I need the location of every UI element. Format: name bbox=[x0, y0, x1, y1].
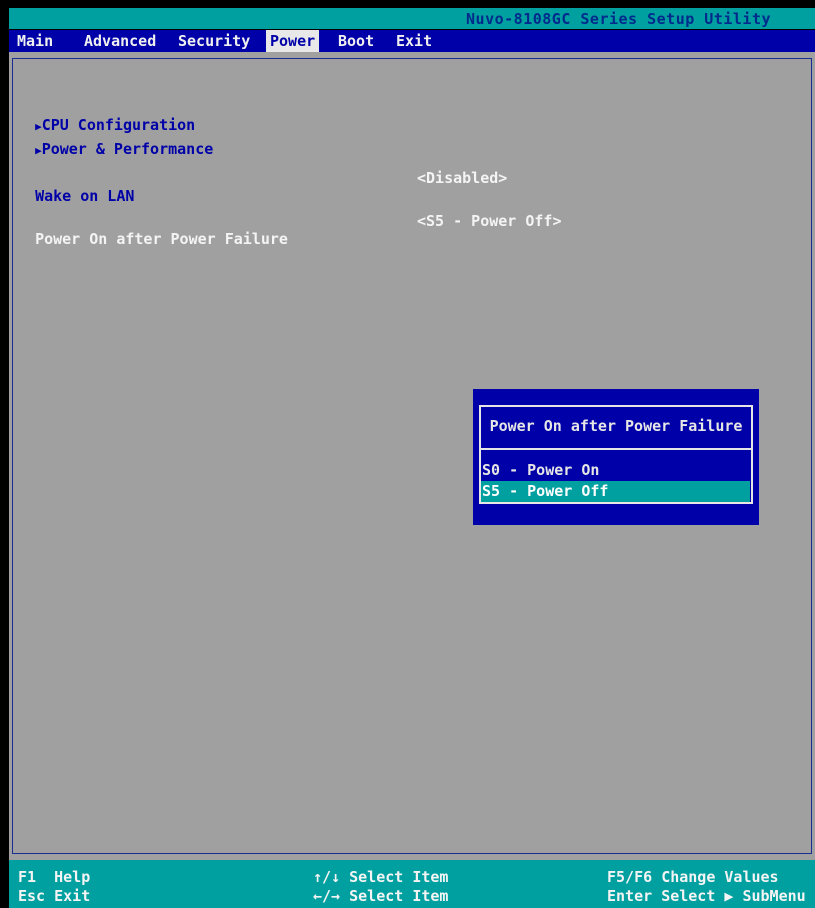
hotkey-key: F5/F6 bbox=[607, 868, 653, 886]
setting-value-power-on-after-power-failure[interactable]: <S5 - Power Off> bbox=[417, 212, 562, 230]
tab-exit[interactable]: Exit bbox=[392, 30, 436, 52]
hotkey-key: Esc bbox=[18, 887, 46, 905]
tab-advanced[interactable]: Advanced bbox=[80, 30, 160, 52]
setting-label: Power On after Power Failure bbox=[35, 230, 288, 248]
options-popup: Power On after Power Failure S0 - Power … bbox=[473, 389, 759, 525]
hotkey-select-item-vertical: ↑/↓ Select Item bbox=[313, 868, 448, 886]
hotkey-action: Exit bbox=[54, 887, 91, 905]
popup-option-s5[interactable]: S5 - Power Off bbox=[481, 481, 750, 502]
hotkey-exit: Esc Exit bbox=[18, 887, 90, 905]
setting-value-wake-on-lan[interactable]: <Disabled> bbox=[417, 169, 507, 187]
hotkey-select-submenu: Enter Select ▶ SubMenu bbox=[607, 887, 806, 905]
hotkey-help: F1 Help bbox=[18, 868, 90, 886]
hotkey-action: Select ▶ SubMenu bbox=[661, 887, 806, 905]
setting-power-on-after-power-failure[interactable]: Power On after Power Failure bbox=[17, 212, 288, 248]
hotkey-key: Enter bbox=[607, 887, 653, 905]
hotkey-select-item-horizontal: ←/→ Select Item bbox=[313, 887, 448, 905]
submenu-label: Power & Performance bbox=[41, 140, 214, 158]
setting-wake-on-lan[interactable]: Wake on LAN bbox=[17, 169, 134, 205]
setting-label: Wake on LAN bbox=[35, 187, 135, 205]
hotkey-action: Help bbox=[54, 868, 91, 886]
tab-main[interactable]: Main bbox=[13, 30, 57, 52]
up-down-arrows-icon: ↑/↓ bbox=[313, 868, 341, 886]
menu-bar: Main Advanced Security Power Boot Exit bbox=[9, 30, 815, 52]
hotkey-change-values: F5/F6 Change Values bbox=[607, 868, 779, 886]
tab-security[interactable]: Security bbox=[174, 30, 254, 52]
submenu-arrow-icon: ▶ bbox=[35, 144, 42, 157]
popup-title: Power On after Power Failure bbox=[489, 417, 743, 435]
popup-option-s0[interactable]: S0 - Power On bbox=[481, 460, 750, 481]
hotkey-footer: F1 Help Esc Exit ↑/↓ Select Item ←/→ Sel… bbox=[9, 860, 815, 908]
window-title: Nuvo-8108GC Series Setup Utility bbox=[466, 10, 771, 28]
tab-power[interactable]: Power bbox=[266, 30, 320, 52]
title-bar: Nuvo-8108GC Series Setup Utility bbox=[9, 8, 815, 29]
hotkey-key: F1 bbox=[18, 868, 37, 886]
hotkey-action: Select Item bbox=[349, 868, 449, 886]
hotkey-action: Change Values bbox=[661, 868, 779, 886]
hotkey-action: Select Item bbox=[349, 887, 449, 905]
tab-boot[interactable]: Boot bbox=[334, 30, 378, 52]
submenu-power-performance[interactable]: ▶Power & Performance bbox=[17, 122, 213, 158]
left-right-arrows-icon: ←/→ bbox=[313, 887, 341, 905]
popup-frame: Power On after Power Failure S0 - Power … bbox=[479, 405, 753, 504]
popup-divider bbox=[481, 448, 751, 450]
